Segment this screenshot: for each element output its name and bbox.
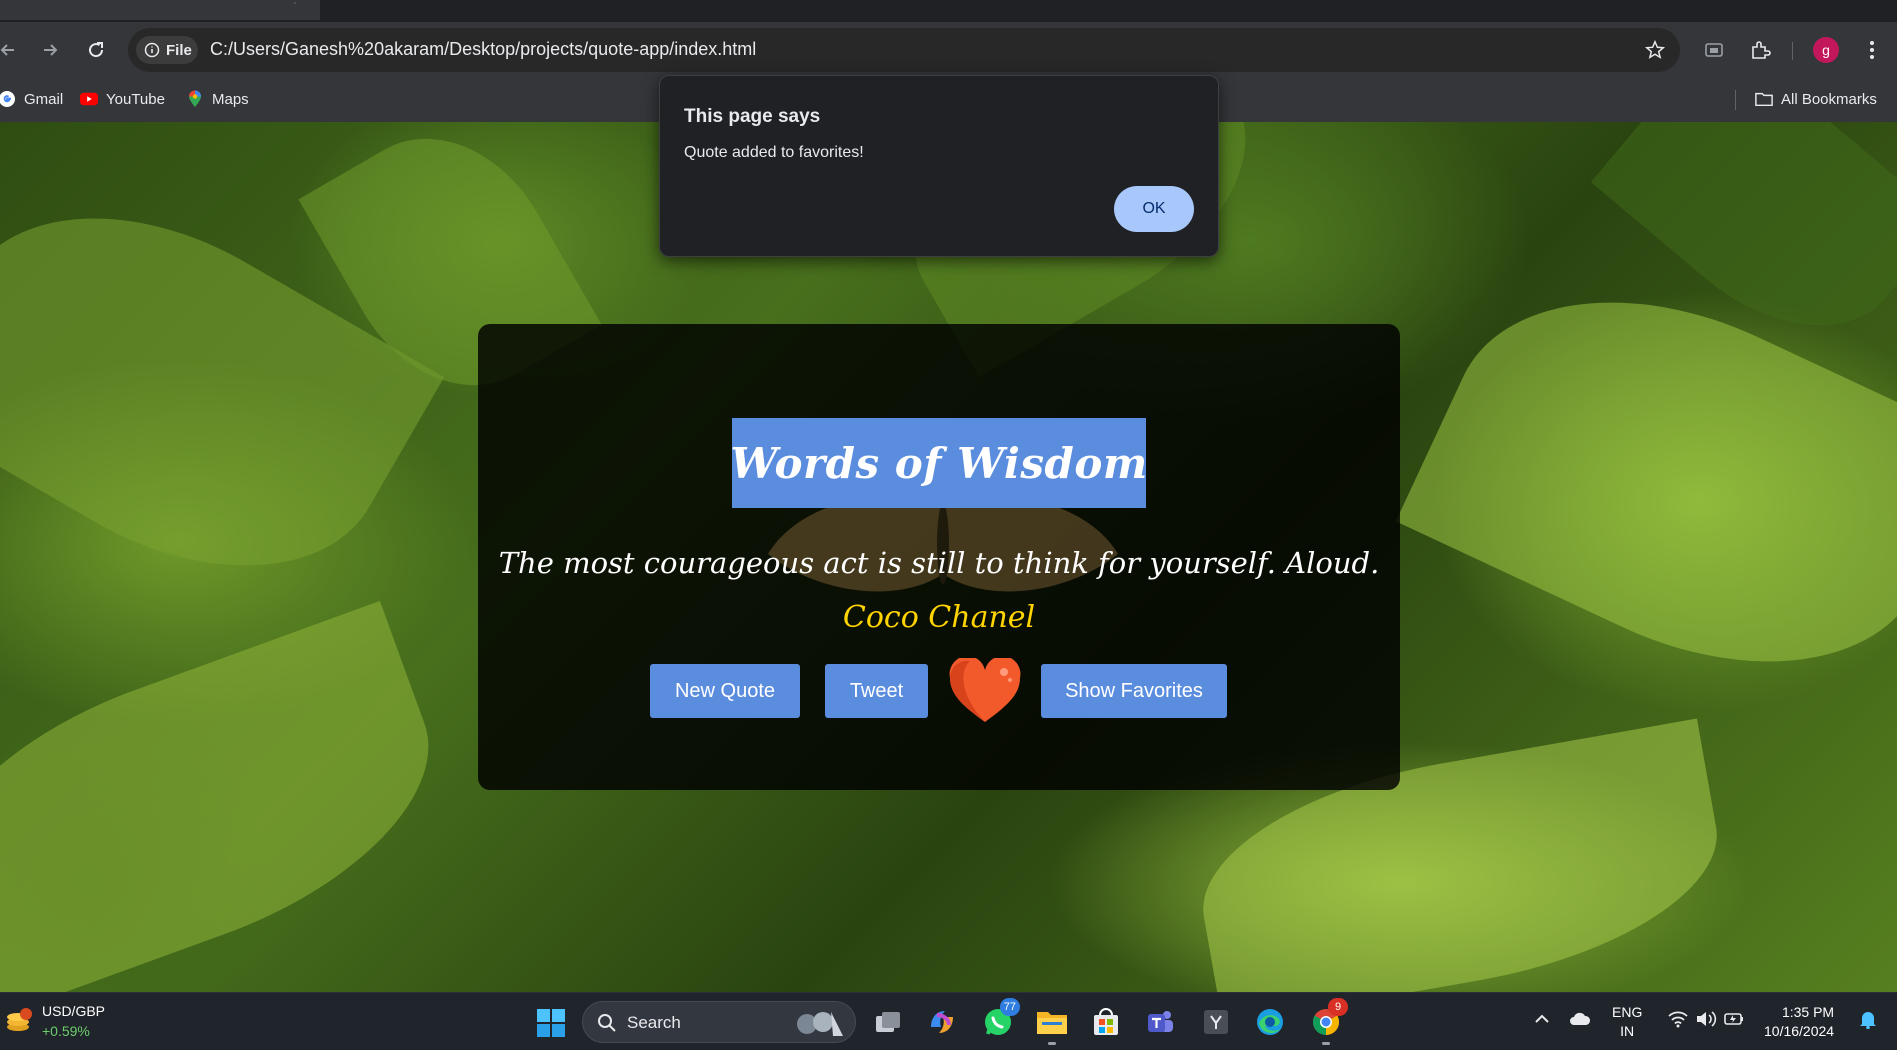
show-favorites-button[interactable]: Show Favorites xyxy=(1041,664,1227,718)
bookmark-youtube[interactable]: YouTube xyxy=(80,90,165,108)
microsoft-store-icon[interactable] xyxy=(1088,1004,1124,1040)
language-code: ENG xyxy=(1612,1004,1643,1020)
browser-tab[interactable] xyxy=(0,0,320,20)
bookmarks-separator xyxy=(1735,90,1736,110)
toolbar-separator xyxy=(1792,42,1793,60)
youtube-icon xyxy=(80,90,98,108)
bookmark-label: Maps xyxy=(212,90,249,108)
whatsapp-icon[interactable]: 77 xyxy=(980,998,1020,1040)
favorite-heart-icon[interactable] xyxy=(948,658,1022,724)
bookmark-maps[interactable]: Maps xyxy=(186,90,249,108)
windows-start-icon[interactable] xyxy=(536,1008,566,1038)
file-explorer-icon[interactable] xyxy=(1034,1004,1070,1045)
bookmark-gmail[interactable]: Gmail xyxy=(0,90,63,108)
cast-icon[interactable] xyxy=(1700,36,1728,64)
copilot-icon[interactable] xyxy=(924,1004,960,1040)
yahoo-app-icon[interactable] xyxy=(1198,1004,1234,1040)
background-leaf xyxy=(0,600,469,992)
address-bar[interactable]: File C:/Users/Ganesh%20akaram/Desktop/pr… xyxy=(128,28,1680,72)
back-icon[interactable] xyxy=(0,36,22,64)
forward-icon[interactable] xyxy=(36,36,64,64)
bookmark-label: YouTube xyxy=(106,90,165,108)
alert-dialog: This page says Quote added to favorites!… xyxy=(659,75,1219,257)
language-indicator[interactable]: ENG IN xyxy=(1612,1003,1642,1041)
info-icon xyxy=(144,42,160,58)
clock-date: 10/16/2024 xyxy=(1764,1023,1835,1039)
extensions-icon[interactable] xyxy=(1746,36,1774,64)
search-highlight-icon xyxy=(797,1012,843,1036)
quote-text: The most courageous act is still to thin… xyxy=(498,546,1380,580)
url-text[interactable]: C:/Users/Ganesh%20akaram/Desktop/project… xyxy=(210,39,756,60)
profile-avatar[interactable]: g xyxy=(1813,37,1839,63)
clock-time: 1:35 PM xyxy=(1781,1004,1835,1020)
quote-card: Words of Wisdom The most courageous act … xyxy=(478,324,1400,790)
whatsapp-badge: 77 xyxy=(999,998,1020,1016)
running-indicator xyxy=(1322,1042,1330,1045)
bookmark-star-icon[interactable] xyxy=(1644,39,1666,61)
taskbar-search[interactable]: Search xyxy=(582,1001,856,1043)
search-label: Search xyxy=(627,1013,681,1032)
tweet-button[interactable]: Tweet xyxy=(825,664,928,718)
site-chip-label: File xyxy=(166,41,192,59)
teams-icon[interactable] xyxy=(1142,1004,1178,1040)
ticker-change: +0.59% xyxy=(42,1023,90,1039)
task-view-icon[interactable] xyxy=(870,1004,906,1040)
dialog-title: This page says xyxy=(684,106,821,127)
quote-author: Coco Chanel xyxy=(842,600,1036,635)
dialog-message: Quote added to favorites! xyxy=(684,144,864,161)
chrome-badge: 9 xyxy=(1328,998,1348,1016)
edge-icon[interactable] xyxy=(1252,1004,1288,1040)
search-icon xyxy=(598,1014,616,1032)
browser-toolbar: File C:/Users/Ganesh%20akaram/Desktop/pr… xyxy=(0,22,1897,78)
chevron-up-icon[interactable] xyxy=(1530,1007,1554,1031)
battery-icon[interactable] xyxy=(1722,1007,1746,1031)
all-bookmarks-button[interactable]: All Bookmarks xyxy=(1755,90,1877,108)
onedrive-cloud-icon[interactable] xyxy=(1568,1007,1592,1031)
folder-icon xyxy=(1755,90,1773,108)
kebab-menu-icon[interactable] xyxy=(1858,36,1886,64)
app-title-box: Words of Wisdom xyxy=(730,418,1148,508)
ticker-name: USD/GBP xyxy=(42,1003,106,1019)
app-title: Words of Wisdom xyxy=(730,438,1148,488)
currency-icon xyxy=(7,1008,32,1031)
reload-icon[interactable] xyxy=(82,36,110,64)
tab-strip xyxy=(0,0,1897,22)
gmail-icon xyxy=(0,90,16,108)
site-info-chip[interactable]: File xyxy=(136,36,198,64)
wifi-icon[interactable] xyxy=(1666,1007,1690,1031)
system-clock[interactable]: 1:35 PM 10/16/2024 xyxy=(1764,1003,1834,1041)
ok-button[interactable]: OK xyxy=(1114,186,1194,232)
new-quote-button[interactable]: New Quote xyxy=(650,664,800,718)
running-indicator xyxy=(1048,1042,1056,1045)
all-bookmarks-label: All Bookmarks xyxy=(1781,90,1877,108)
region-code: IN xyxy=(1620,1023,1635,1039)
windows-taskbar: USD/GBP +0.59% Search 77 9 ENG IN 1:35 P… xyxy=(0,992,1897,1050)
bookmark-label: Gmail xyxy=(24,90,64,108)
chrome-icon[interactable]: 9 xyxy=(1308,998,1348,1045)
volume-icon[interactable] xyxy=(1694,1007,1718,1031)
maps-icon xyxy=(186,90,204,108)
notification-bell-icon[interactable] xyxy=(1856,1007,1880,1031)
close-tab-icon[interactable] xyxy=(290,2,300,4)
